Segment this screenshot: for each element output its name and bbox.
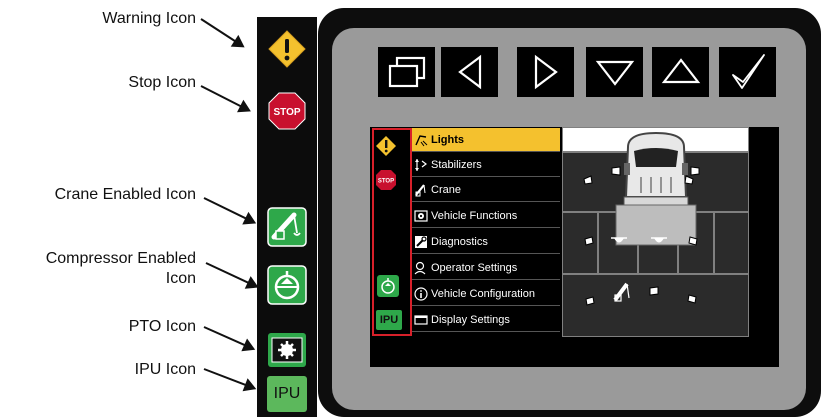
menu-label-display-settings: Display Settings [431,313,510,326]
compressor-enabled-icon [267,265,307,305]
right-button[interactable] [517,47,574,97]
screen-ipu-icon: IPU [376,310,402,330]
lamp-icon [649,286,659,296]
lamp-icon [687,294,697,304]
menu-label-diagnostics: Diagnostics [431,235,488,248]
status-icons-highlight [372,128,412,336]
menu-label-crane: Crane [431,183,461,196]
stop-icon: STOP [267,91,307,131]
work-light-icon [651,237,667,243]
callout-compressor: Compressor Enabled Icon [0,249,196,289]
menu-item-lights[interactable]: Lights [412,128,560,152]
lights-diagram [562,127,749,337]
callout-compressor-line1: Compressor Enabled [45,250,196,267]
callout-crane: Crane Enabled Icon [54,186,196,203]
menu-item-vehicle-configuration[interactable]: Vehicle Configuration [412,282,560,306]
lamp-icon [611,166,621,176]
lamp-icon [688,236,698,246]
arrow-ipu [203,368,255,390]
warning-icon [267,29,307,69]
menu-item-stabilizers[interactable]: Stabilizers [412,153,560,177]
work-light-icon [611,237,627,243]
lamp-icon [583,175,593,185]
callout-warning: Warning Icon [102,10,196,27]
screen-warning-icon [376,136,396,156]
lamp-icon [684,175,694,185]
menu-label-vehicle-configuration: Vehicle Configuration [431,287,535,300]
pto-icon [267,330,307,370]
callout-compressor-line2: Icon [165,270,196,287]
lights-icon [414,133,428,147]
menu-label-stabilizers: Stabilizers [431,158,482,171]
menu-item-operator-settings[interactable]: Operator Settings [412,256,560,280]
screen-stop-text: STOP [378,179,394,185]
arrow-warning [200,18,244,48]
callout-ipu: IPU Icon [134,361,196,378]
callout-stop: Stop Icon [128,74,196,91]
menu-item-display-settings[interactable]: Display Settings [412,308,560,332]
menu-label-vehicle-functions: Vehicle Functions [431,209,518,222]
arrow-pto [203,326,254,350]
up-triangle-icon [661,58,700,84]
vehicle-functions-icon [414,209,428,223]
stop-icon-text: STOP [273,107,300,118]
callout-pto: PTO Icon [128,318,196,335]
menu-item-vehicle-functions[interactable]: Vehicle Functions [412,204,560,228]
arrow-compressor [205,262,258,288]
icon-strip: STOP IPU [257,17,317,417]
checkmark-icon [731,54,765,89]
display-icon [414,313,428,327]
screen-stop-icon: STOP [376,170,396,190]
ipu-icon: IPU [267,375,307,413]
down-button[interactable] [586,47,643,97]
arrow-stop [200,85,250,112]
menu-item-diagnostics[interactable]: Diagnostics [412,230,560,254]
lamp-icon [584,236,594,246]
left-triangle-icon [457,54,481,90]
menu-label-lights: Lights [431,133,464,146]
info-icon [414,286,428,301]
confirm-button[interactable] [719,47,776,97]
diagnostics-icon [414,235,428,249]
operator-icon [414,261,428,275]
right-triangle-icon [534,54,558,90]
down-triangle-icon [595,60,634,86]
crane-icon [414,183,428,197]
stabilizers-icon [414,158,428,172]
left-button[interactable] [441,47,498,97]
crane-enabled-icon [267,207,307,247]
light-zone-mid-5 [714,212,749,274]
menu-item-crane[interactable]: Crane [412,178,560,202]
arrow-crane [203,197,255,224]
screen-compressor-icon [377,275,399,297]
menu-label-operator-settings: Operator Settings [431,261,518,274]
crane-light-icon [613,282,630,302]
up-button[interactable] [652,47,709,97]
pages-icon [388,56,425,88]
lamp-icon [585,296,595,306]
ipu-icon-label: IPU [267,376,307,412]
pages-button[interactable] [378,47,435,97]
